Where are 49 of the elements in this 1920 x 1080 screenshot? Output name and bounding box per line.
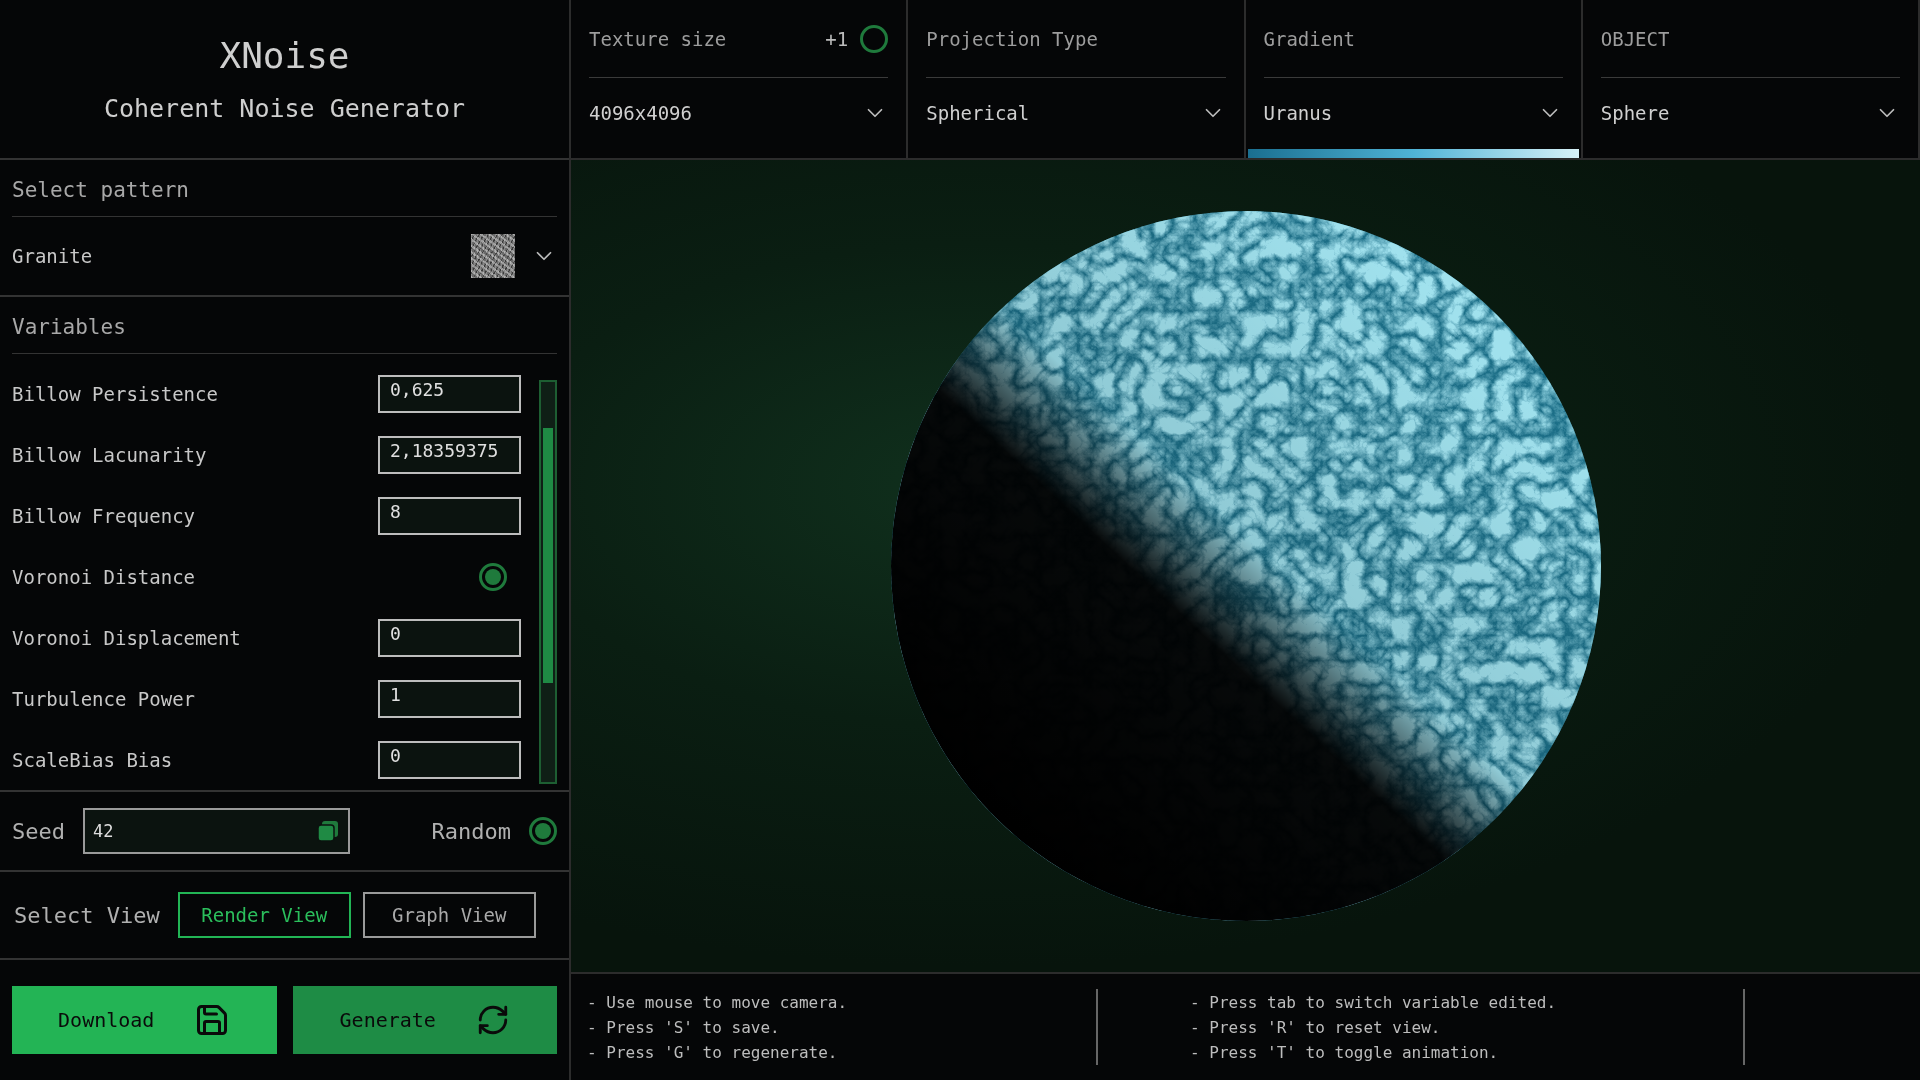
setting-dropdown[interactable]: Sphere <box>1600 78 1900 148</box>
pattern-dropdown[interactable]: Granite <box>12 217 557 295</box>
hint-text: - Press 'S' to save. <box>587 1017 781 1037</box>
random-toggle[interactable] <box>529 817 557 845</box>
hint-text: - Use mouse to move camera. <box>587 992 849 1012</box>
setting-dropdown[interactable]: 4096x4096 <box>589 78 889 148</box>
variable-label: Billow Frequency <box>12 505 196 528</box>
seed-field[interactable]: 42 <box>83 808 350 854</box>
toggle[interactable] <box>860 24 889 53</box>
section-label: Select pattern <box>12 160 557 217</box>
setting-dropdown[interactable]: Spherical <box>926 78 1226 148</box>
hint-text: - Press tab to switch variable edited. <box>1190 992 1558 1012</box>
setting-label: Projection Type <box>926 27 1098 50</box>
app-title: XNoise <box>219 35 350 76</box>
variable-label: Turbulence Power <box>12 687 196 710</box>
setting-label: Texture size <box>589 27 727 50</box>
scrollbar-track[interactable] <box>539 380 557 784</box>
input-field[interactable]: 2,18359375 <box>378 436 521 475</box>
view-tab[interactable]: Graph View <box>362 892 536 938</box>
generate-button[interactable]: Generate <box>292 986 557 1054</box>
input-field[interactable]: 0 <box>378 618 521 657</box>
download-button[interactable]: Download <box>12 986 277 1054</box>
variable-label: Billow Persistence <box>12 383 218 406</box>
hint-text: - Press 'R' to reset view. <box>1190 1017 1442 1037</box>
variable-label: Voronoi Distance <box>12 566 196 588</box>
variable-label: ScaleBias Bias <box>12 748 173 771</box>
hint-text: - Press 'G' to regenerate. <box>587 1042 839 1062</box>
input-field[interactable]: 8 <box>378 497 521 536</box>
setting-dropdown[interactable]: Uranus <box>1263 78 1563 148</box>
app-subtitle: Coherent Noise Generator <box>103 94 466 123</box>
variable-label: Voronoi Displacement <box>12 626 241 649</box>
setting-label: OBJECT <box>1600 27 1670 50</box>
seed-label: Seed <box>12 818 65 844</box>
view-label: Select View <box>14 902 160 928</box>
variable-label: Billow Lacunarity <box>12 444 207 467</box>
hint-text: - Press 'T' to toggle animation. <box>1190 1042 1500 1062</box>
section-label: Variables <box>12 297 557 354</box>
setting-label: Gradient <box>1263 27 1355 50</box>
input-field[interactable]: 0 <box>378 740 521 779</box>
pattern-thumbnail <box>471 234 515 278</box>
size-step: +1 <box>825 27 849 50</box>
toggle[interactable] <box>479 563 507 591</box>
render-viewport[interactable] <box>571 160 1920 972</box>
dice-icon <box>316 819 340 843</box>
input-field[interactable]: 0,625 <box>378 375 521 414</box>
view-tab[interactable]: Render View <box>177 892 351 938</box>
scrollbar-thumb[interactable] <box>543 428 553 683</box>
random-label: Random <box>431 818 511 844</box>
input-field[interactable]: 1 <box>378 679 521 718</box>
